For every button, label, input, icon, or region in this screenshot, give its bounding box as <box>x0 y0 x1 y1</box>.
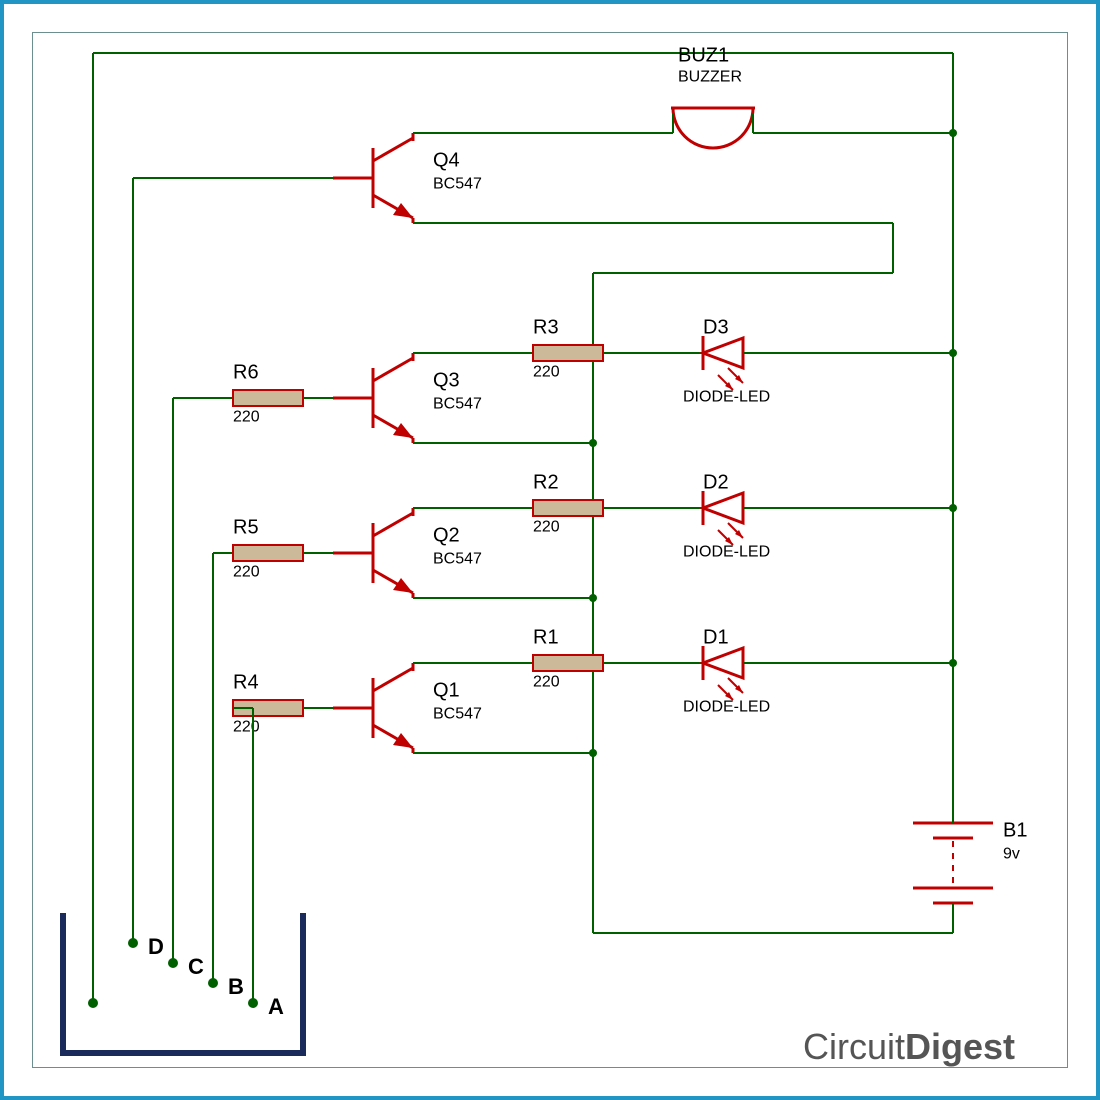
q3-ref: Q3 <box>433 370 460 392</box>
logo-part1: Circuit <box>803 1026 905 1067</box>
battery-ref: B1 <box>1003 820 1027 842</box>
stage-3: Q3 BC547 R6 220 R3 220 <box>168 317 953 968</box>
r3-ref: R3 <box>533 317 559 339</box>
d3-type: DIODE-LED <box>683 388 770 405</box>
q2-ref: Q2 <box>433 525 460 547</box>
r5-ref: R5 <box>233 517 259 539</box>
r1-ref: R1 <box>533 627 559 649</box>
schematic: B1 9v <box>33 33 1073 1073</box>
d2-ref: D2 <box>703 472 729 494</box>
r6-val: 220 <box>233 408 260 425</box>
d2-type: DIODE-LED <box>683 543 770 560</box>
probe-A: A <box>268 994 284 1019</box>
svg-text:CircuitDigest: CircuitDigest <box>803 1026 1015 1067</box>
water-tank <box>63 913 303 1053</box>
r4-val: 220 <box>233 718 260 735</box>
q1-ref: Q1 <box>433 680 460 702</box>
r2-val: 220 <box>533 518 560 535</box>
r1-val: 220 <box>533 673 560 690</box>
r4-ref: R4 <box>233 672 259 694</box>
r3-val: 220 <box>533 363 560 380</box>
probe-D: D <box>148 934 164 959</box>
probe-B: B <box>228 974 244 999</box>
buzzer-ref: BUZ1 <box>678 45 729 67</box>
probe-C: C <box>188 954 204 979</box>
q3-type: BC547 <box>433 395 482 412</box>
r5-val: 220 <box>233 563 260 580</box>
r6-ref: R6 <box>233 362 259 384</box>
watermark: CircuitDigest <box>803 1026 1015 1067</box>
logo-part2: Digest <box>905 1026 1015 1067</box>
q4-type: BC547 <box>433 175 482 192</box>
d1-ref: D1 <box>703 627 729 649</box>
d3-ref: D3 <box>703 317 729 339</box>
transistor-Q4: Q4 BC547 <box>333 133 482 223</box>
stage-2: Q2 BC547 R5 220 R2 220 D2 DIODE-LED <box>208 472 953 988</box>
buzzer-type: BUZZER <box>678 68 742 85</box>
circuit-diagram: B1 9v <box>0 0 1100 1100</box>
buzzer: BUZ1 BUZZER <box>671 45 755 148</box>
inner-frame: B1 9v <box>32 32 1068 1068</box>
q4-ref: Q4 <box>433 150 460 172</box>
q1-type: BC547 <box>433 705 482 722</box>
r2-ref: R2 <box>533 472 559 494</box>
d1-type: DIODE-LED <box>683 698 770 715</box>
battery-val: 9v <box>1003 845 1020 862</box>
q2-type: BC547 <box>433 550 482 567</box>
battery: B1 9v <box>913 793 1027 933</box>
